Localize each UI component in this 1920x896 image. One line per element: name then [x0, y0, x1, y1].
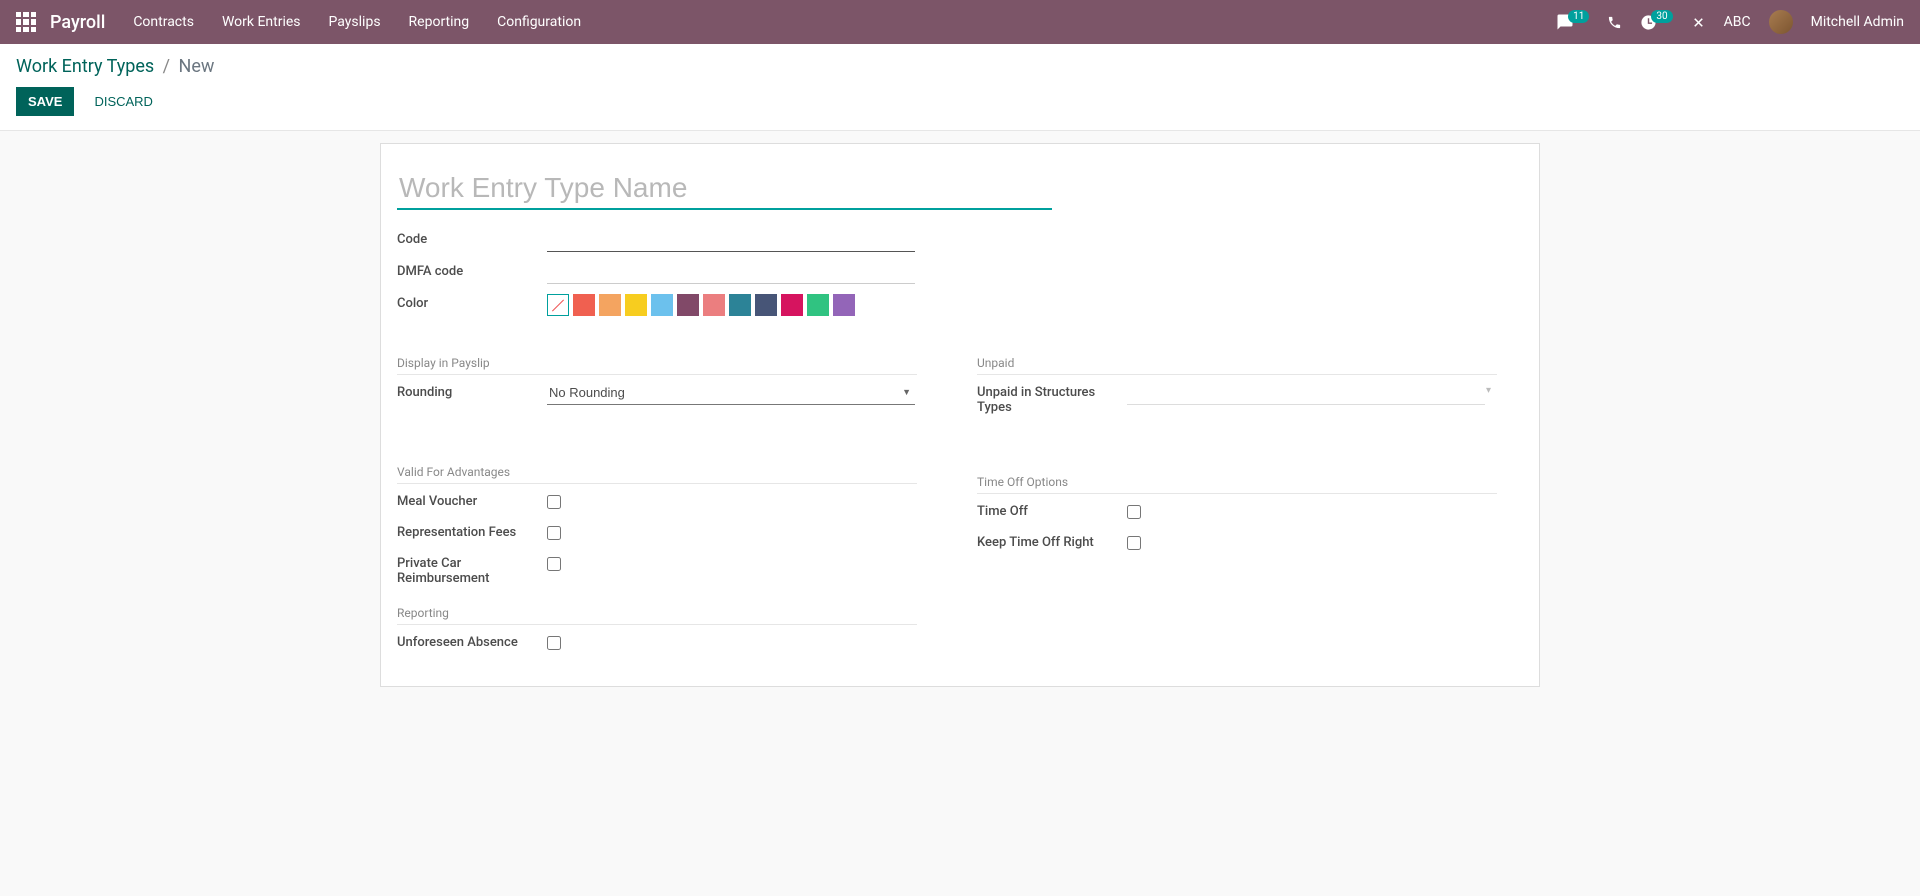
color-1[interactable] [573, 294, 595, 316]
breadcrumb-current: New [179, 56, 215, 77]
label-unpaid-struct: Unpaid in Structures Types [977, 381, 1127, 415]
color-4[interactable] [651, 294, 673, 316]
menu-work-entries[interactable]: Work Entries [222, 14, 301, 30]
color-5[interactable] [677, 294, 699, 316]
color-7[interactable] [729, 294, 751, 316]
apps-icon[interactable] [16, 12, 36, 32]
form-sheet: Code DMFA code Color [380, 143, 1540, 687]
group-timeoff: Time Off Options [977, 475, 1497, 494]
menu-payslips[interactable]: Payslips [329, 14, 381, 30]
activities-icon[interactable]: 30 [1640, 14, 1672, 31]
label-dmfa: DMFA code [397, 260, 547, 279]
avatar[interactable] [1769, 10, 1793, 34]
company-switcher[interactable]: ABC [1724, 14, 1751, 30]
color-6[interactable] [703, 294, 725, 316]
timeoff-checkbox[interactable] [1127, 505, 1141, 519]
name-field[interactable] [397, 168, 1052, 210]
group-reporting: Reporting [397, 606, 917, 625]
app-brand[interactable]: Payroll [50, 12, 105, 33]
navbar: Payroll Contracts Work Entries Payslips … [0, 0, 1920, 44]
main-menu: Contracts Work Entries Payslips Reportin… [133, 14, 581, 30]
label-keep-timeoff: Keep Time Off Right [977, 531, 1127, 550]
color-picker [547, 294, 915, 316]
menu-reporting[interactable]: Reporting [409, 14, 470, 30]
group-unpaid: Unpaid [977, 356, 1497, 375]
color-3[interactable] [625, 294, 647, 316]
rounding-select[interactable]: No Rounding [547, 381, 915, 405]
label-timeoff: Time Off [977, 500, 1127, 519]
close-icon[interactable] [1691, 15, 1706, 30]
dmfa-field[interactable] [547, 260, 915, 284]
meal-checkbox[interactable] [547, 495, 561, 509]
color-2[interactable] [599, 294, 621, 316]
car-checkbox[interactable] [547, 557, 561, 571]
save-button[interactable]: SAVE [16, 87, 74, 116]
label-repfees: Representation Fees [397, 521, 547, 540]
menu-configuration[interactable]: Configuration [497, 14, 581, 30]
discard-button[interactable]: DISCARD [86, 87, 161, 116]
group-display: Display in Payslip [397, 356, 917, 375]
menu-contracts[interactable]: Contracts [133, 14, 194, 30]
color-10[interactable] [807, 294, 829, 316]
code-field[interactable] [547, 228, 915, 252]
unpaid-struct-field[interactable] [1127, 381, 1485, 405]
color-8[interactable] [755, 294, 777, 316]
repfees-checkbox[interactable] [547, 526, 561, 540]
user-menu[interactable]: Mitchell Admin [1811, 14, 1904, 30]
label-rounding: Rounding [397, 381, 547, 400]
color-9[interactable] [781, 294, 803, 316]
activities-badge: 30 [1651, 10, 1672, 23]
breadcrumb-parent[interactable]: Work Entry Types [16, 56, 154, 77]
label-car: Private Car Reimbursement [397, 552, 547, 586]
label-color: Color [397, 292, 547, 311]
phone-icon[interactable] [1607, 15, 1622, 30]
label-unforeseen: Unforeseen Absence [397, 631, 547, 650]
messages-badge: 11 [1568, 10, 1589, 23]
group-advantages: Valid For Advantages [397, 465, 917, 484]
unforeseen-checkbox[interactable] [547, 636, 561, 650]
keep-timeoff-checkbox[interactable] [1127, 536, 1141, 550]
label-meal: Meal Voucher [397, 490, 547, 509]
label-code: Code [397, 228, 547, 247]
color-none[interactable] [547, 294, 569, 316]
breadcrumb: Work Entry Types / New [16, 56, 1904, 77]
color-11[interactable] [833, 294, 855, 316]
messages-icon[interactable]: 11 [1556, 13, 1589, 31]
